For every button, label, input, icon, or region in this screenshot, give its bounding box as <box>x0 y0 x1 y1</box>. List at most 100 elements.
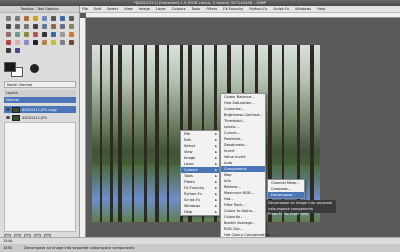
menu-layer[interactable]: Layer <box>156 6 166 13</box>
context-menu: File ▸ Edit ▸ Select ▸ View ▸ Image ▸ Layer ▸ Colour… <box>180 130 220 216</box>
layer-thumbnail <box>12 106 20 113</box>
scissors-tool[interactable] <box>49 15 57 22</box>
components-menu-item-decompose[interactable]: Decompose... <box>268 192 304 198</box>
pencil-icon <box>68 32 74 37</box>
menu-script-fu[interactable]: Script-Fu <box>273 6 289 13</box>
pointer-coords: 1544, 1850 <box>3 239 14 250</box>
color-picker-tool[interactable] <box>4 23 12 30</box>
layer-item[interactable]: IDG01511.JPG <box>4 114 76 121</box>
layer-item[interactable]: IDG01511.JPG copy <box>4 106 76 113</box>
mode-select[interactable]: Mode: Normal <box>4 81 76 88</box>
layers-list-area <box>4 122 76 232</box>
toolbox-title: Toolbox - Tool Options <box>0 6 79 13</box>
menu-help[interactable]: Help <box>317 6 325 13</box>
rect-select-tool[interactable] <box>4 15 12 22</box>
colours-submenu: Colour Balance... Hue-Saturation... Colour… <box>220 93 274 239</box>
vertical-ruler <box>80 18 86 237</box>
scissors-icon <box>50 16 56 21</box>
zoom-icon <box>14 24 20 29</box>
foreground-select-tool[interactable] <box>58 15 66 22</box>
tooltip-text: Decompose an image into separate colours… <box>268 201 333 211</box>
shear-tool[interactable] <box>4 31 12 38</box>
menu-colours[interactable]: Colours <box>172 6 186 13</box>
heal-icon <box>50 40 56 45</box>
tree-trunk <box>155 45 159 222</box>
tooltip-help: Press F1 for more help <box>268 212 309 216</box>
color-picker-icon <box>5 24 11 29</box>
menu-fx-foundry[interactable]: FX-Foundry <box>223 6 243 13</box>
menu-file[interactable]: File <box>82 6 88 13</box>
scale-icon <box>68 24 74 29</box>
menu-view[interactable]: View <box>124 6 133 13</box>
measure-tool[interactable] <box>22 23 30 30</box>
menu-image[interactable]: Image <box>139 6 150 13</box>
flip-tool[interactable] <box>22 31 30 38</box>
eye-icon[interactable] <box>6 116 10 119</box>
context-menu-item-help[interactable]: Help ▸ <box>181 209 219 215</box>
cage-icon <box>32 32 38 37</box>
paintbrush-tool[interactable] <box>4 39 12 46</box>
fuzzy-select-tool[interactable] <box>31 15 39 22</box>
scale-tool[interactable] <box>67 23 75 30</box>
bucket-fill-tool[interactable] <box>49 31 57 38</box>
layer-name: IDG01511.JPG <box>22 115 48 120</box>
eraser-icon <box>14 40 20 45</box>
ellipse-select-tool[interactable] <box>13 15 21 22</box>
smudge-icon <box>68 40 74 45</box>
menu-python-fu[interactable]: Python-Fu <box>249 6 267 13</box>
foreground-select-icon <box>59 16 65 21</box>
tree-trunk <box>110 45 113 222</box>
rotate-tool[interactable] <box>58 23 66 30</box>
menu-filters[interactable]: Filters <box>206 6 217 13</box>
crop-tool[interactable] <box>49 23 57 30</box>
align-icon <box>41 24 47 29</box>
align-tool[interactable] <box>40 23 48 30</box>
smudge-tool[interactable] <box>67 39 75 46</box>
clone-tool[interactable] <box>40 39 48 46</box>
zoom-tool[interactable] <box>13 23 21 30</box>
eye-icon[interactable] <box>6 108 10 111</box>
dodge-burn-tool[interactable] <box>4 47 12 54</box>
pencil-tool[interactable] <box>67 31 75 38</box>
move-tool[interactable] <box>31 23 39 30</box>
convolve-tool[interactable] <box>13 47 21 54</box>
bucket-fill-icon <box>50 32 56 37</box>
color-select-tool[interactable] <box>40 15 48 22</box>
airbrush-icon <box>23 40 29 45</box>
airbrush-tool[interactable] <box>22 39 30 46</box>
move-icon <box>32 24 38 29</box>
color-select-icon <box>41 16 47 21</box>
menu-select[interactable]: Select <box>107 6 118 13</box>
eraser-tool[interactable] <box>13 39 21 46</box>
paths-tool[interactable] <box>67 15 75 22</box>
menubar: File Edit Select View Image Layer Colours Tools… <box>80 6 400 13</box>
tree-trunk <box>310 45 314 222</box>
foreground-color[interactable] <box>4 62 16 72</box>
tool-grid <box>4 15 76 55</box>
brush-preview-icon[interactable] <box>30 64 39 73</box>
layer-mode-select[interactable]: Normal <box>4 97 76 103</box>
heal-tool[interactable] <box>49 39 57 46</box>
blend-tool[interactable] <box>58 31 66 38</box>
free-select-tool[interactable] <box>22 15 30 22</box>
menu-edit[interactable]: Edit <box>94 6 101 13</box>
convolve-icon <box>14 48 20 53</box>
color-swatches[interactable] <box>4 62 26 78</box>
menu-tools[interactable]: Tools <box>191 6 200 13</box>
perspective-clone-icon <box>59 40 65 45</box>
fuzzy-select-icon <box>32 16 38 21</box>
perspective-tool[interactable] <box>13 31 21 38</box>
ink-tool[interactable] <box>31 39 39 46</box>
dodge-burn-icon <box>5 48 11 53</box>
crop-icon <box>50 24 56 29</box>
status-message: Decompose an image into separate colours… <box>24 246 135 250</box>
tree-trunk <box>118 45 122 222</box>
layer-thumbnail <box>12 114 20 121</box>
flip-icon <box>23 32 29 37</box>
tree-trunk <box>132 45 134 222</box>
layer-name: IDG01511.JPG copy <box>22 107 57 112</box>
text-tool[interactable] <box>40 31 48 38</box>
cage-tool[interactable] <box>31 31 39 38</box>
menu-windows[interactable]: Windows <box>295 6 311 13</box>
perspective-clone-tool[interactable] <box>58 39 66 46</box>
